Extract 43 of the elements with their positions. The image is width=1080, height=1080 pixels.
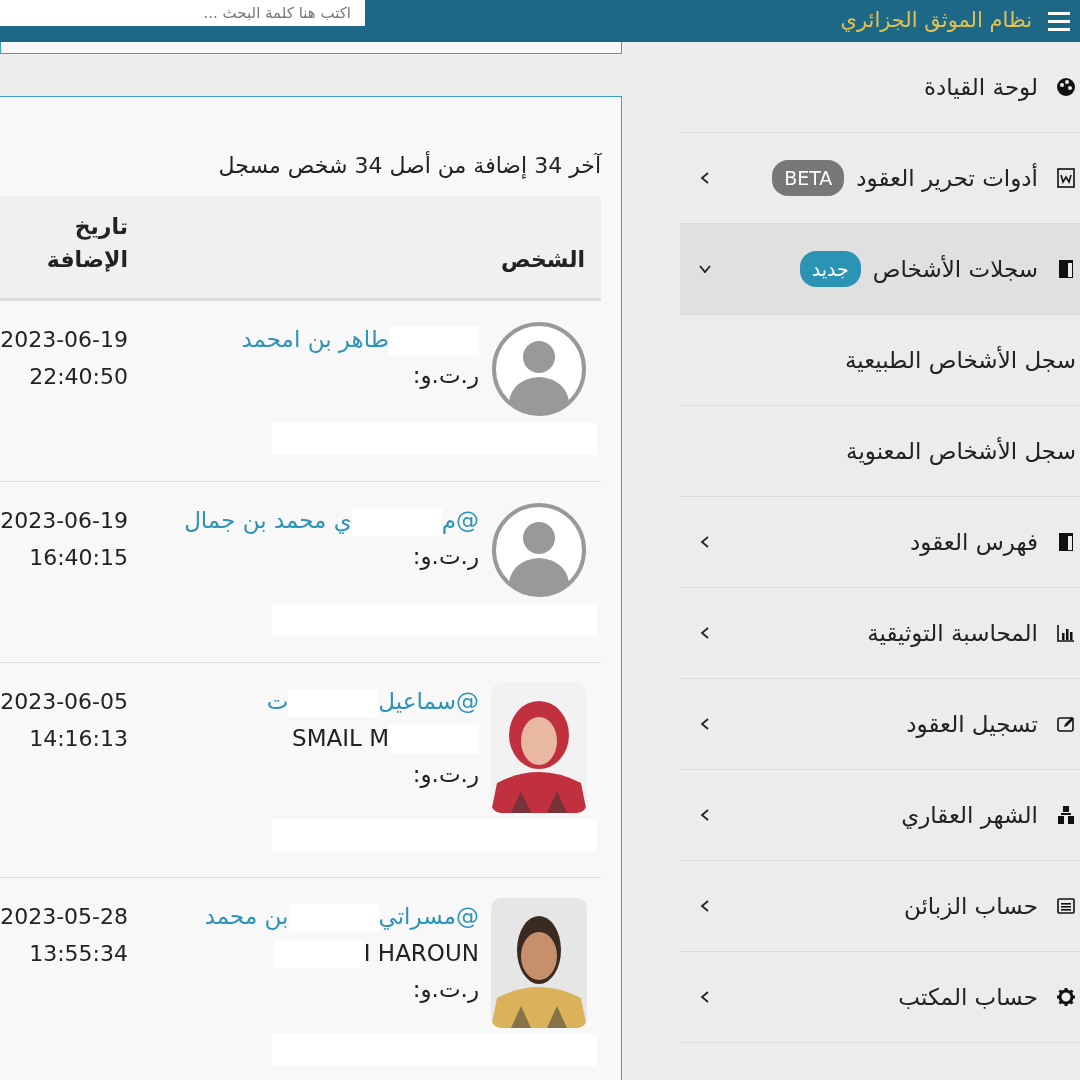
id-label: ر.ت.و:	[412, 974, 479, 1005]
time-text: 14:16:13	[28, 725, 128, 754]
sidebar-item[interactable]: الشهر العقاري	[680, 770, 1080, 861]
beta-tag: BETA	[772, 159, 845, 197]
book-icon	[1056, 532, 1076, 552]
sidebar-subitem[interactable]: سجل الأشخاص الطبيعية	[680, 315, 1080, 406]
column-header: تاريخ الإضافة	[45, 213, 128, 274]
palette-icon	[1056, 77, 1076, 97]
book-icon	[1056, 259, 1076, 279]
time-text: 16:40:15	[28, 544, 128, 573]
date-text: 2023-06-05	[0, 688, 128, 716]
search-field[interactable]: اكتب هنا كلمة البحث ...	[0, 0, 365, 26]
sidebar-item[interactable]: حساب الزبائن	[680, 861, 1080, 952]
list-icon	[1056, 896, 1076, 916]
chart-icon	[1056, 623, 1076, 643]
summary-text: آخر 34 إضافة من أصل 34 شخص مسجل	[217, 150, 601, 181]
date-text: 2023-06-19	[0, 507, 128, 535]
sidebar-subitem[interactable]: سجل الأشخاص المعنوية	[680, 406, 1080, 497]
menu-icon[interactable]	[1048, 10, 1070, 32]
hierarchy-icon	[1056, 805, 1076, 825]
settings-icon	[1056, 987, 1076, 1007]
sidebar-item[interactable]: المحاسبة التوثيقية	[680, 588, 1080, 679]
sidebar-item[interactable]: فهرس العقود	[680, 497, 1080, 588]
sidebar-item[interactable]: تسجيل العقود	[680, 679, 1080, 770]
latin-name: I HAROUN	[363, 939, 479, 966]
sidebar-item[interactable]: سجلات الأشخاص جديد	[680, 224, 1080, 315]
date-text: 2023-06-19	[0, 326, 128, 354]
sidebar-item[interactable]: حساب المكتب	[680, 952, 1080, 1043]
sidebar-item[interactable]: لوحة القيادة	[680, 42, 1080, 133]
time-text: 22:40:50	[28, 363, 128, 392]
id-label: ر.ت.و:	[412, 759, 479, 790]
new-tag: جديد	[799, 250, 861, 288]
time-text: 13:55:34	[28, 940, 128, 969]
column-header: الشخص	[136, 196, 601, 300]
document-icon	[1056, 168, 1076, 188]
latin-name: SMAIL M	[292, 724, 389, 751]
date-text: 2023-05-28	[0, 903, 128, 931]
id-label: ر.ت.و:	[412, 541, 479, 572]
avatar-icon	[491, 321, 587, 417]
id-label: ر.ت.و:	[412, 360, 479, 391]
app-title: نظام الموثق الجزائري	[840, 7, 1032, 35]
avatar-icon	[491, 502, 587, 598]
edit-icon	[1056, 714, 1076, 734]
